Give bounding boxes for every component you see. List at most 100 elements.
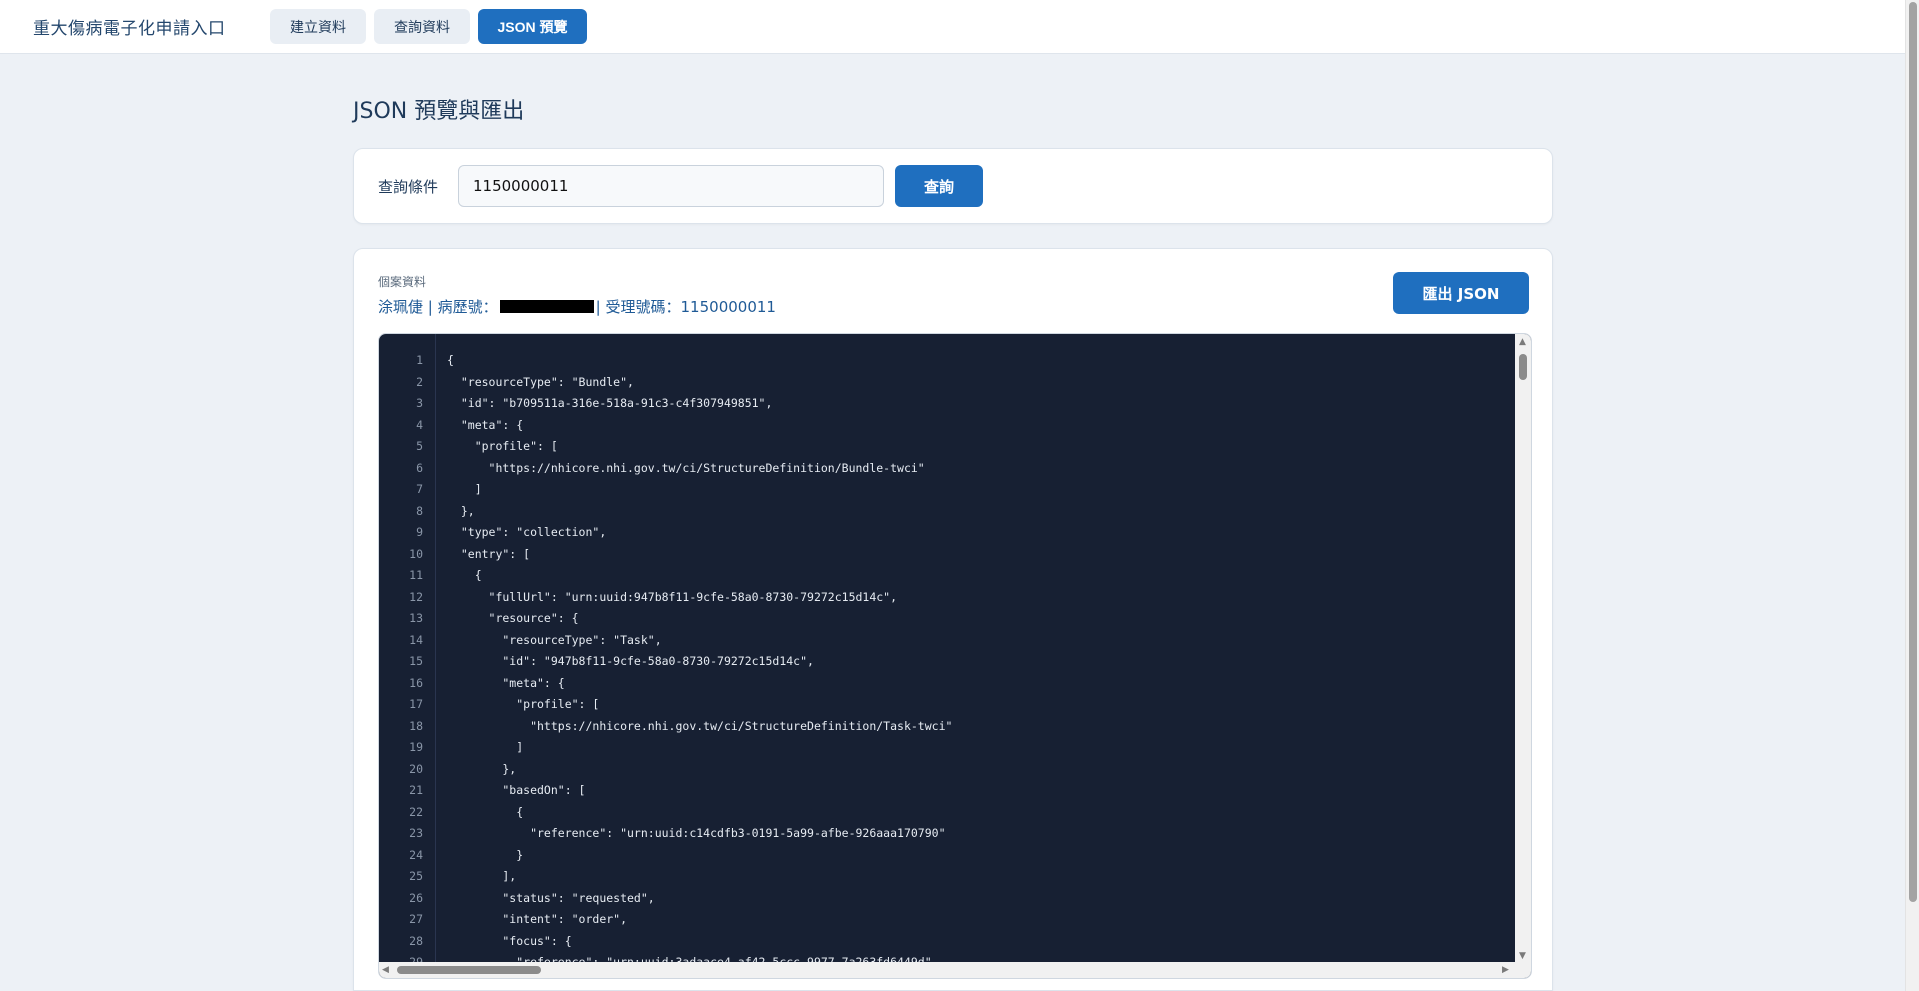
accept-no-label: 受理號碼： bbox=[605, 298, 681, 316]
query-card: 查詢條件 查詢 bbox=[353, 148, 1553, 224]
line-number: 9 bbox=[416, 525, 423, 539]
line-number: 25 bbox=[409, 869, 423, 883]
line-number: 22 bbox=[409, 804, 423, 819]
code-line: 6 "https://nhicore.nhi.gov.tw/ci/Structu… bbox=[379, 458, 1515, 480]
code-line: 28 "focus": { bbox=[379, 931, 1515, 953]
code-text: }, bbox=[447, 503, 475, 518]
line-number: 23 bbox=[409, 826, 423, 840]
code-content[interactable]: 1{2 "resourceType": "Bundle", 3 "id": "b7… bbox=[379, 334, 1515, 964]
patient-name: 涂珮倢 bbox=[378, 298, 424, 316]
accept-no-value: 1150000011 bbox=[680, 298, 776, 316]
line-number: 15 bbox=[409, 654, 423, 668]
brand-title: 重大傷病電子化申請入口 bbox=[33, 19, 226, 39]
line-number: 12 bbox=[409, 589, 423, 604]
line-number: 5 bbox=[416, 439, 423, 453]
code-line: 25 ], bbox=[379, 866, 1515, 888]
code-line: 4 "meta": { bbox=[379, 415, 1515, 437]
code-text: "https://nhicore.nhi.gov.tw/ci/Structure… bbox=[447, 460, 925, 475]
line-number: 11 bbox=[409, 568, 423, 582]
code-line: 27 "intent": "order", bbox=[379, 909, 1515, 931]
code-line: 13 "resource": { bbox=[379, 608, 1515, 630]
code-text: "resourceType": "Task", bbox=[447, 632, 662, 647]
nav-query-data-button[interactable]: 查詢資料 bbox=[374, 9, 470, 44]
scroll-up-arrow-icon[interactable]: ▲ bbox=[1519, 337, 1526, 347]
code-line: 23 "reference": "urn:uuid:c14cdfb3-0191-… bbox=[379, 823, 1515, 845]
code-line: 14 "resourceType": "Task", bbox=[379, 630, 1515, 652]
code-text: "profile": [ bbox=[447, 439, 558, 453]
nav-json-preview-button[interactable]: JSON 預覽 bbox=[478, 9, 587, 44]
gutter-divider bbox=[435, 334, 436, 964]
editor-horizontal-scroll-thumb[interactable] bbox=[397, 966, 541, 974]
code-line: 9 "type": "collection", bbox=[379, 522, 1515, 544]
code-line: 2 "resourceType": "Bundle", bbox=[379, 372, 1515, 394]
code-text: "focus": { bbox=[447, 933, 572, 948]
code-text: ], bbox=[447, 869, 517, 883]
json-code-editor[interactable]: 1{2 "resourceType": "Bundle", 3 "id": "b7… bbox=[378, 333, 1532, 979]
chart-no-label: 病歷號： bbox=[437, 298, 498, 316]
code-line: 1{ bbox=[379, 350, 1515, 372]
line-number: 28 bbox=[409, 933, 423, 948]
scroll-left-arrow-icon[interactable]: ◀ bbox=[382, 965, 389, 975]
code-text: ] bbox=[447, 482, 482, 496]
code-line: 12 "fullUrl": "urn:uuid:947b8f11-9cfe-58… bbox=[379, 587, 1515, 609]
line-number: 8 bbox=[416, 503, 423, 518]
code-text: "intent": "order", bbox=[447, 912, 628, 926]
code-line: 11 { bbox=[379, 565, 1515, 587]
code-text: "type": "collection", bbox=[447, 525, 607, 539]
code-text: { bbox=[447, 568, 482, 582]
code-text: "meta": { bbox=[447, 417, 524, 432]
line-number: 20 bbox=[409, 761, 423, 776]
scroll-right-arrow-icon[interactable]: ▶ bbox=[1502, 965, 1509, 975]
code-line: 21 "basedOn": [ bbox=[379, 780, 1515, 802]
export-json-button[interactable]: 匯出 JSON bbox=[1393, 272, 1529, 314]
code-line: 5 "profile": [ bbox=[379, 436, 1515, 458]
line-number: 1 bbox=[416, 353, 423, 367]
line-number: 10 bbox=[409, 546, 423, 561]
code-text: "reference": "urn:uuid:c14cdfb3-0191-5a9… bbox=[447, 826, 946, 840]
code-text: }, bbox=[447, 761, 517, 776]
editor-vertical-scroll-thumb[interactable] bbox=[1519, 354, 1527, 380]
separator: | bbox=[595, 298, 601, 316]
query-input[interactable] bbox=[458, 165, 884, 207]
editor-horizontal-scrollbar[interactable]: ◀ ▶ bbox=[379, 962, 1531, 978]
code-line: 24 } bbox=[379, 845, 1515, 867]
line-number: 21 bbox=[409, 783, 423, 797]
code-line: 3 "id": "b709511a-316e-518a-91c3-c4f3079… bbox=[379, 393, 1515, 415]
case-section-label: 個案資料 bbox=[378, 275, 427, 289]
nav-create-data-button[interactable]: 建立資料 bbox=[270, 9, 366, 44]
code-line: 7 ] bbox=[379, 479, 1515, 501]
code-line: 17 "profile": [ bbox=[379, 694, 1515, 716]
code-text: "resourceType": "Bundle", bbox=[447, 374, 634, 389]
scroll-down-arrow-icon[interactable]: ▼ bbox=[1519, 951, 1526, 961]
code-text: "resource": { bbox=[447, 611, 579, 625]
code-line: 22 { bbox=[379, 802, 1515, 824]
line-number: 19 bbox=[409, 740, 423, 754]
code-text: "fullUrl": "urn:uuid:947b8f11-9cfe-58a0-… bbox=[447, 589, 898, 604]
code-text: } bbox=[447, 847, 524, 862]
page-scrollbar[interactable] bbox=[1905, 0, 1919, 991]
line-number: 4 bbox=[416, 417, 423, 432]
code-line: 18 "https://nhicore.nhi.gov.tw/ci/Struct… bbox=[379, 716, 1515, 738]
line-number: 3 bbox=[416, 396, 423, 410]
code-line: 8 }, bbox=[379, 501, 1515, 523]
page-scrollbar-thumb[interactable] bbox=[1909, 2, 1917, 902]
line-number: 26 bbox=[409, 890, 423, 905]
page-title: JSON 預覽與匯出 bbox=[353, 99, 525, 124]
line-number: 18 bbox=[409, 718, 423, 733]
separator: | bbox=[427, 298, 433, 316]
query-label: 查詢條件 bbox=[378, 178, 439, 196]
code-text: "id": "947b8f11-9cfe-58a0-8730-79272c15d… bbox=[447, 654, 814, 668]
code-text: "id": "b709511a-316e-518a-91c3-c4f307949… bbox=[447, 396, 773, 410]
code-text: { bbox=[447, 804, 524, 819]
code-text: "https://nhicore.nhi.gov.tw/ci/Structure… bbox=[447, 718, 953, 733]
code-line: 20 }, bbox=[379, 759, 1515, 781]
code-text: "meta": { bbox=[447, 675, 565, 690]
editor-vertical-scrollbar[interactable]: ▲ ▼ bbox=[1515, 334, 1531, 964]
code-text: "profile": [ bbox=[447, 697, 600, 711]
query-button[interactable]: 查詢 bbox=[895, 165, 983, 207]
line-number: 27 bbox=[409, 912, 423, 926]
top-navbar: 重大傷病電子化申請入口 建立資料 查詢資料 JSON 預覽 bbox=[0, 0, 1905, 54]
line-number: 16 bbox=[409, 675, 423, 690]
code-line: 19 ] bbox=[379, 737, 1515, 759]
code-line: 26 "status": "requested", bbox=[379, 888, 1515, 910]
